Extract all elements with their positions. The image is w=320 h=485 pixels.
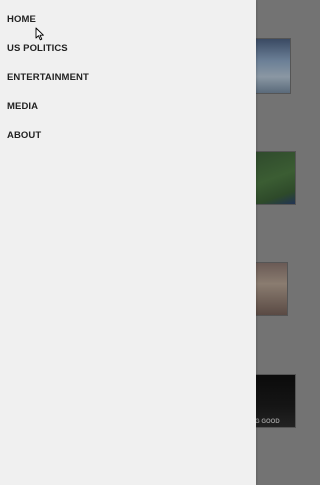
article-thumbnail (252, 151, 296, 205)
thumbnail-caption: G GOOD (255, 419, 280, 425)
article-thumbnail: G GOOD (252, 374, 296, 428)
navigation-drawer: HOME US POLITICS ENTERTAINMENT MEDIA ABO… (0, 0, 256, 485)
nav-item-about[interactable]: ABOUT (0, 121, 256, 150)
article-thumbnail (250, 38, 291, 94)
nav-item-media[interactable]: MEDIA (0, 92, 256, 121)
mouse-pointer-icon (35, 27, 44, 41)
article-thumbnail (252, 262, 288, 316)
app-screen: G GOOD HOME US POLITICS ENTERTAINMENT ME… (0, 0, 300, 485)
nav-item-entertainment[interactable]: ENTERTAINMENT (0, 63, 256, 92)
